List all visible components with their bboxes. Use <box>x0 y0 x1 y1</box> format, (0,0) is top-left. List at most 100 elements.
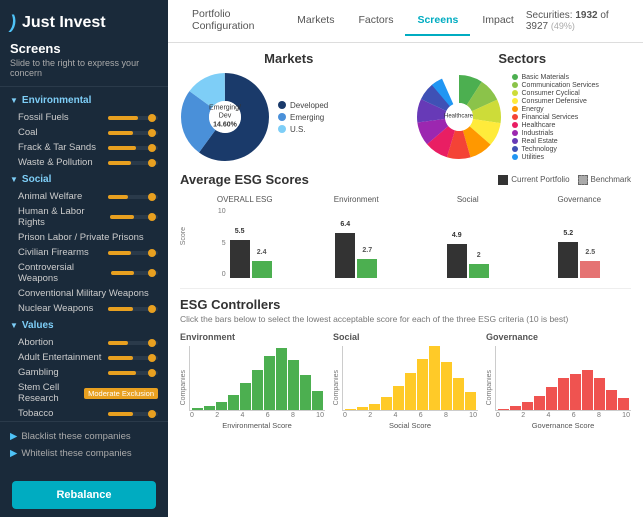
legend-label: Emerging <box>290 113 324 122</box>
sidebar-item-controversial[interactable]: Controversial Weapons <box>0 260 168 286</box>
slider-labor[interactable] <box>110 215 158 219</box>
hist-bar[interactable] <box>534 396 545 410</box>
hist-bar[interactable] <box>228 395 239 410</box>
sectors-pie-area: Healthcare Basic Materials Communication… <box>414 72 632 162</box>
category-values[interactable]: ▼ Values <box>0 316 168 335</box>
sidebar-item-conventional[interactable]: Conventional Military Weapons <box>0 286 168 301</box>
sidebar-item-firearms[interactable]: Civilian Firearms <box>0 245 168 260</box>
sidebar-item-animal[interactable]: Animal Welfare <box>0 189 168 204</box>
legend-color <box>512 82 518 88</box>
slider-abortion[interactable] <box>108 341 158 345</box>
sectors-center-label: Healthcare <box>444 113 473 120</box>
hist-bar[interactable] <box>522 402 533 410</box>
hist-bar[interactable] <box>357 407 368 410</box>
slider-animal[interactable] <box>108 195 158 199</box>
hist-bar[interactable] <box>252 370 263 410</box>
chart-label: Social <box>457 195 479 204</box>
hist-bar[interactable] <box>288 360 299 410</box>
slider-gambling[interactable] <box>108 371 158 375</box>
nav-portfolio-config[interactable]: Portfolio Configuration <box>180 0 285 42</box>
nav-factors[interactable]: Factors <box>346 6 405 36</box>
hist-bar[interactable] <box>618 398 629 410</box>
sidebar-item-nuclear[interactable]: Nuclear Weapons <box>0 301 168 316</box>
hist-bar[interactable] <box>453 378 464 410</box>
sidebar-item-adult[interactable]: Adult Entertainment <box>0 350 168 365</box>
sector-cons-cyc: Consumer Cyclical <box>512 90 599 97</box>
main-content: Portfolio Configuration Markets Factors … <box>168 0 643 517</box>
blacklist-item[interactable]: ▶ Blacklist these companies <box>10 428 158 445</box>
hist-bar[interactable] <box>417 359 428 410</box>
hist-bar[interactable] <box>276 348 287 410</box>
hist-bar[interactable] <box>570 374 581 410</box>
hist-bar[interactable] <box>192 408 203 410</box>
sidebar-item-fossil-fuels[interactable]: Fossil Fuels <box>0 110 168 125</box>
item-label: Fossil Fuels <box>18 112 69 123</box>
legend-color-developed <box>278 101 286 109</box>
nav-screens[interactable]: Screens <box>405 6 470 36</box>
hist-bar[interactable] <box>381 397 392 410</box>
rebalance-button[interactable]: Rebalance <box>12 481 156 509</box>
hist-bar[interactable] <box>546 387 557 410</box>
chevron-down-icon: ▼ <box>10 175 18 184</box>
hist-bar[interactable] <box>264 356 275 410</box>
legend-label: Technology <box>522 146 557 153</box>
nav-markets[interactable]: Markets <box>285 6 346 36</box>
slider-tobacco[interactable] <box>108 412 158 416</box>
sidebar-item-frack[interactable]: Frack & Tar Sands <box>0 140 168 155</box>
category-social[interactable]: ▼ Social <box>0 170 168 189</box>
env-x-label: Environmental Score <box>189 421 325 430</box>
hist-bar[interactable] <box>558 378 569 410</box>
slider-coal[interactable] <box>108 131 158 135</box>
sector-comm: Communication Services <box>512 82 599 89</box>
chevron-right-icon: ▶ <box>10 431 17 442</box>
slider-firearms[interactable] <box>108 251 158 255</box>
hist-bar[interactable] <box>393 386 404 410</box>
hist-bar[interactable] <box>369 404 380 410</box>
nav-impact[interactable]: Impact <box>470 6 526 36</box>
hist-bar[interactable] <box>498 409 509 410</box>
hist-bar[interactable] <box>594 378 605 410</box>
legend-color <box>512 106 518 112</box>
slider-frack[interactable] <box>108 146 158 150</box>
hist-bar[interactable] <box>441 362 452 410</box>
sector-cons-def: Consumer Defensive <box>512 98 599 105</box>
hist-bar[interactable] <box>429 346 440 410</box>
hist-bar[interactable] <box>345 409 356 410</box>
sidebar-item-abortion[interactable]: Abortion <box>0 335 168 350</box>
hist-bar[interactable] <box>300 375 311 410</box>
item-label: Prison Labor / Private Prisons <box>18 232 144 243</box>
sector-energy: Energy <box>512 106 599 113</box>
slider-waste[interactable] <box>108 161 158 165</box>
sidebar-item-gambling[interactable]: Gambling <box>0 365 168 380</box>
sidebar-item-stem[interactable]: Stem Cell Research Moderate Exclusion <box>0 380 168 406</box>
hist-bar[interactable] <box>582 370 593 410</box>
esg-chart-governance: Governance 5.2 2.5 <box>528 195 632 278</box>
esg-legend-portfolio: Current Portfolio <box>498 175 569 185</box>
sectors-legend: Basic Materials Communication Services C… <box>512 74 599 161</box>
slider-nuclear[interactable] <box>108 307 158 311</box>
slider-adult[interactable] <box>108 356 158 360</box>
esg-legend-benchmark: Benchmark <box>578 175 631 185</box>
hist-bar[interactable] <box>240 383 251 410</box>
slider-fossil-fuels[interactable] <box>108 116 158 120</box>
sidebar-item-coal[interactable]: Coal <box>0 125 168 140</box>
item-label: Coal <box>18 127 38 138</box>
sidebar-item-prison[interactable]: Prison Labor / Private Prisons <box>0 230 168 245</box>
slider-controversial[interactable] <box>111 271 158 275</box>
item-label: Tobacco <box>18 408 53 419</box>
hist-bar[interactable] <box>606 390 617 410</box>
hist-bar[interactable] <box>312 391 323 410</box>
sidebar-item-waste[interactable]: Waste & Pollution <box>0 155 168 170</box>
hist-bar[interactable] <box>405 373 416 410</box>
markets-section: Markets Emerging/Dev14.60% <box>180 51 398 162</box>
hist-bar[interactable] <box>510 406 521 410</box>
legend-color <box>512 98 518 104</box>
whitelist-item[interactable]: ▶ Whitelist these companies <box>10 445 158 462</box>
category-environmental[interactable]: ▼ Environmental <box>0 91 168 110</box>
sidebar-item-labor[interactable]: Human & Labor Rights <box>0 204 168 230</box>
category-label: Values <box>22 320 54 331</box>
hist-bar[interactable] <box>465 392 476 410</box>
hist-bar[interactable] <box>216 402 227 410</box>
hist-bar[interactable] <box>204 406 215 410</box>
sidebar-item-tobacco[interactable]: Tobacco <box>0 406 168 421</box>
